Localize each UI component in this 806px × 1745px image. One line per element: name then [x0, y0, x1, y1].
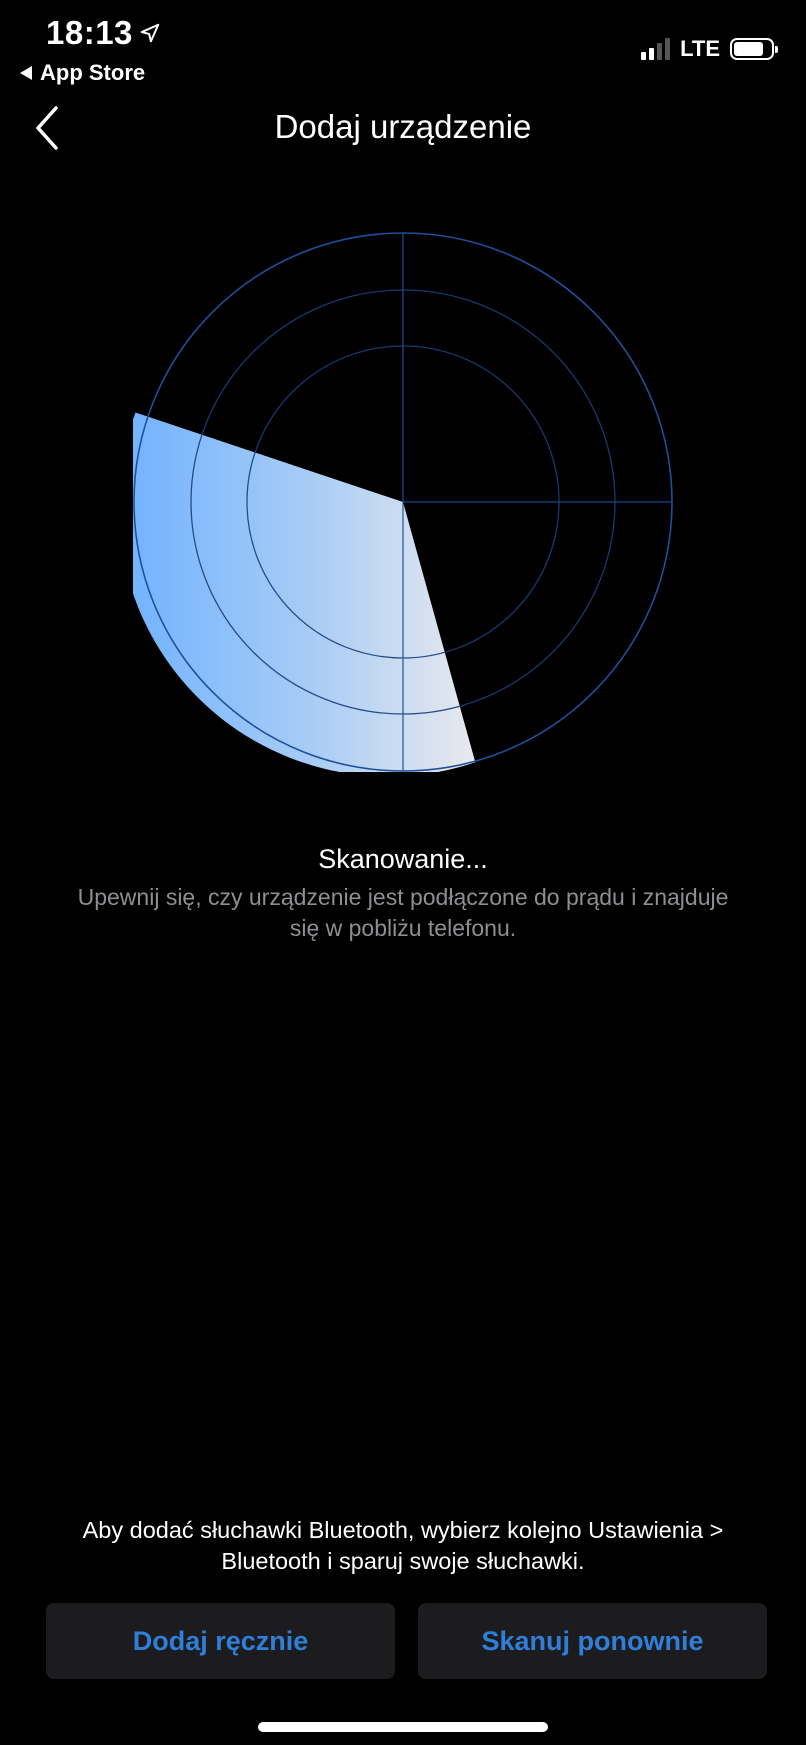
- bluetooth-hint: Aby dodać słuchawki Bluetooth, wybierz k…: [82, 1517, 724, 1574]
- battery-level: [734, 42, 763, 56]
- back-app-label: App Store: [40, 60, 146, 85]
- status-indicators: LTE: [641, 36, 778, 62]
- battery-icon: [730, 38, 778, 60]
- radar-sweep: [133, 412, 476, 772]
- add-manually-button[interactable]: Dodaj ręcznie: [46, 1603, 395, 1679]
- screen: 18:13 App Store LTE Dodaj urządzenie Ska…: [0, 0, 806, 1745]
- scanning-description: Upewnij się, czy urządzenie jest podłącz…: [77, 884, 729, 941]
- page-title: Dodaj urządzenie: [274, 108, 532, 145]
- network-type: LTE: [680, 36, 720, 61]
- location-arrow-icon: [140, 23, 160, 43]
- status-time: 18:13: [46, 14, 161, 52]
- radar-scanner: [133, 232, 673, 772]
- scan-again-button[interactable]: Skanuj ponownie: [418, 1603, 767, 1679]
- home-indicator[interactable]: [258, 1722, 548, 1732]
- back-to-app-link[interactable]: App Store: [20, 60, 145, 86]
- back-triangle-icon: [20, 66, 32, 80]
- scanning-title: Skanowanie...: [318, 844, 488, 874]
- status-time-text: 18:13: [46, 14, 133, 51]
- cellular-signal-icon: [641, 38, 671, 60]
